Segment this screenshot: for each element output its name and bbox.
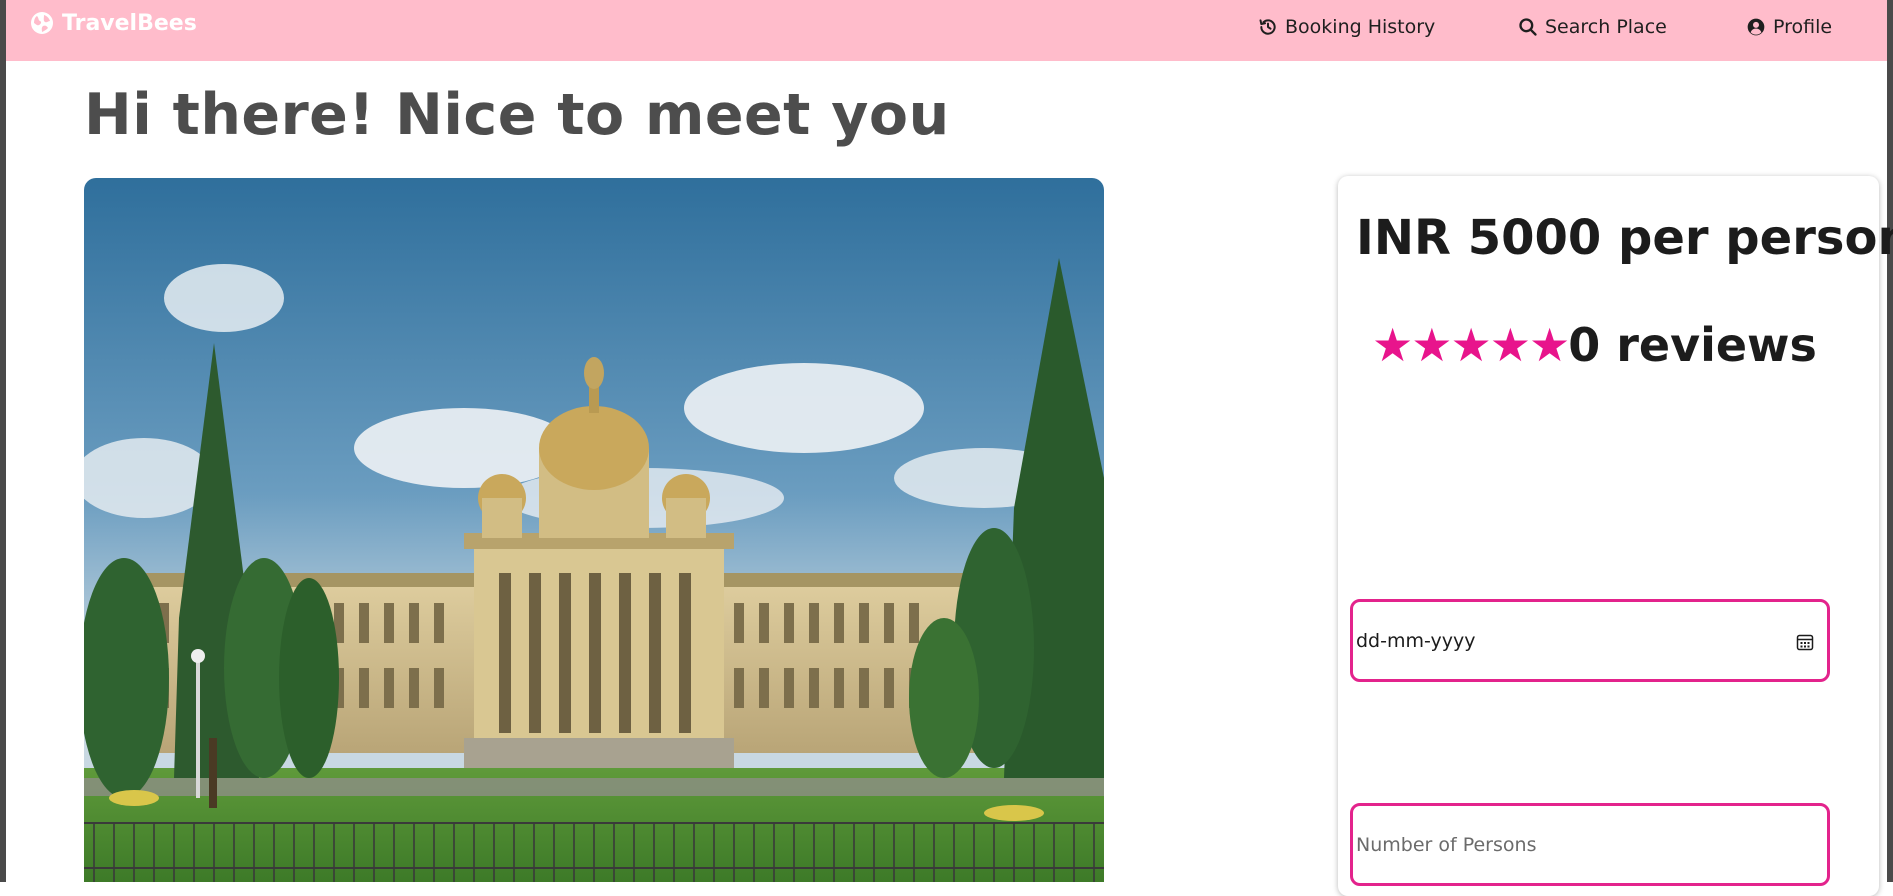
- persons-input[interactable]: [1356, 806, 1827, 883]
- price-per-person: INR 5000 per person: [1356, 210, 1893, 266]
- window-left-edge: [0, 0, 6, 882]
- date-input-value: dd-mm-yyyy: [1356, 629, 1476, 652]
- nav-search-place-label: Search Place: [1545, 16, 1667, 38]
- nav-booking-history[interactable]: Booking History: [1258, 14, 1435, 40]
- date-input[interactable]: dd-mm-yyyy: [1350, 599, 1830, 682]
- nav-profile-label: Profile: [1773, 16, 1833, 38]
- brand-logo[interactable]: TravelBees: [30, 8, 197, 38]
- calendar-icon[interactable]: [1795, 632, 1815, 652]
- persons-field[interactable]: [1350, 803, 1830, 886]
- nav-profile[interactable]: Profile: [1746, 14, 1832, 40]
- nav-booking-history-label: Booking History: [1285, 16, 1436, 38]
- search-icon: [1519, 18, 1537, 36]
- star-rating: ★★★★★: [1372, 318, 1570, 372]
- rating-row: ★★★★★ 0 reviews: [1372, 322, 1817, 368]
- place-photo: [84, 178, 1104, 882]
- user-circle-icon: [1747, 18, 1765, 36]
- booking-card: INR 5000 per person ★★★★★ 0 reviews dd-m…: [1338, 176, 1893, 896]
- review-count: 0 reviews: [1568, 318, 1817, 372]
- top-navbar: TravelBees Booking History Search Place …: [6, 0, 1887, 61]
- page-heading: Hi there! Nice to meet you: [84, 82, 950, 148]
- window-right-edge: [1887, 0, 1893, 882]
- globe-icon: [31, 12, 53, 34]
- history-icon: [1259, 19, 1276, 35]
- brand-name: TravelBees: [62, 10, 197, 36]
- nav-search-place[interactable]: Search Place: [1518, 14, 1667, 40]
